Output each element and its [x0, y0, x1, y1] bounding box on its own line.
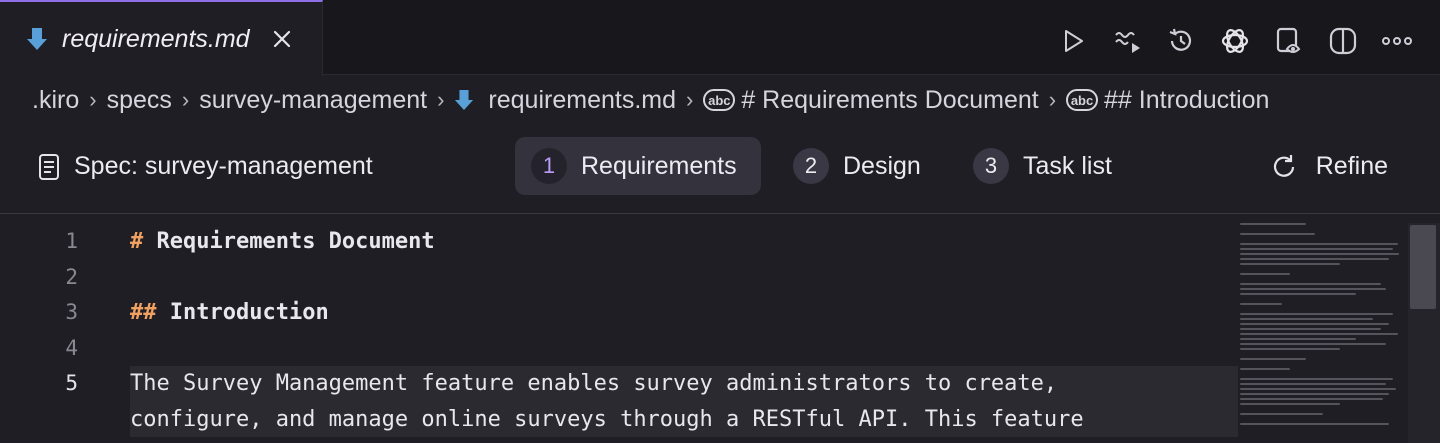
breadcrumb-item-file[interactable]: requirements.md	[488, 86, 676, 115]
code-editor[interactable]: 1 2 3 4 5 # Requirements Document ## Int…	[0, 215, 1440, 443]
chevron-right-icon: ›	[89, 87, 97, 112]
refresh-icon	[1273, 154, 1294, 177]
minimap-line	[1240, 403, 1340, 405]
code-line[interactable]	[130, 260, 1238, 296]
minimap-line	[1240, 398, 1383, 400]
minimap-line	[1240, 253, 1400, 255]
minimap-line	[1240, 338, 1357, 340]
minimap-line	[1240, 273, 1290, 275]
tab-task-list[interactable]: 3 Task list	[957, 137, 1128, 195]
chevron-right-icon: ›	[437, 87, 445, 112]
breadcrumb: .kiro › specs › survey-management › requ…	[32, 78, 1269, 122]
editor-actions	[1056, 24, 1414, 58]
minimap-line	[1240, 383, 1387, 385]
history-icon[interactable]	[1164, 24, 1198, 58]
heading-marker: #	[130, 229, 144, 254]
chevron-right-icon: ›	[181, 87, 190, 112]
breadcrumb-item-specs[interactable]: specs	[107, 86, 172, 115]
breadcrumb-item-survey-management[interactable]: survey-management	[199, 86, 427, 115]
minimap-line	[1240, 388, 1397, 390]
step-label: Requirements	[581, 151, 737, 180]
breadcrumb-item-kiro[interactable]: .kiro	[32, 86, 79, 115]
editor-tab[interactable]: requirements.md	[0, 0, 323, 76]
heading-marker: ##	[130, 300, 157, 325]
more-icon[interactable]	[1380, 24, 1414, 58]
code-line-current[interactable]: The Survey Management feature enables su…	[130, 366, 1238, 402]
spec-title: Spec: survey-management	[38, 152, 373, 181]
preview-icon[interactable]	[1272, 24, 1306, 58]
minimap-line	[1240, 313, 1393, 315]
minimap-line	[1240, 318, 1373, 320]
close-icon[interactable]	[272, 29, 292, 49]
code-line[interactable]: # Requirements Document	[130, 224, 1238, 260]
minimap-line	[1240, 323, 1390, 325]
minimap-line	[1240, 368, 1290, 370]
line-numbers: 1 2 3 4 5	[0, 224, 130, 437]
line-number: 3	[65, 300, 78, 324]
line-number: 2	[65, 264, 78, 289]
code-line[interactable]	[130, 331, 1238, 367]
line-number: 4	[65, 335, 78, 360]
document-icon	[39, 153, 59, 180]
minimap-line	[1240, 378, 1393, 380]
minimap-line	[1240, 413, 1323, 415]
minimap-line	[1240, 393, 1390, 395]
voice-icon[interactable]	[1110, 24, 1144, 58]
heading-text: Introduction	[156, 300, 329, 325]
minimap-line	[1240, 263, 1340, 265]
line-number	[0, 402, 130, 438]
scrollbar-thumb[interactable]	[1410, 225, 1436, 309]
tab-design[interactable]: 2 Design	[777, 137, 937, 195]
markdown-file-icon	[27, 28, 47, 50]
breadcrumb-item-heading2[interactable]: ## Introduction	[1104, 86, 1269, 115]
line-number: 5	[65, 371, 78, 395]
minimap-line	[1240, 258, 1390, 260]
minimap-line	[1240, 358, 1307, 360]
minimap-line	[1240, 233, 1315, 235]
step-label: Design	[843, 151, 921, 180]
step-number: 1	[531, 148, 567, 184]
minimap-line	[1240, 348, 1340, 350]
spec-header: Spec: survey-management 1 Requirements 2…	[0, 130, 1440, 214]
minimap-line	[1240, 293, 1357, 295]
line-number: 1	[65, 229, 78, 253]
minimap-line	[1240, 303, 1282, 305]
play-icon[interactable]	[1056, 24, 1090, 58]
minimap[interactable]	[1240, 223, 1406, 443]
markdown-file-icon	[455, 90, 474, 110]
minimap-line	[1240, 328, 1382, 330]
breadcrumb-item-heading1[interactable]: # Requirements Document	[741, 86, 1038, 115]
minimap-line	[1240, 343, 1387, 345]
minimap-line	[1240, 423, 1390, 425]
split-editor-icon[interactable]	[1326, 24, 1360, 58]
code-line[interactable]: ## Introduction	[130, 295, 1238, 331]
step-label: Task list	[1023, 151, 1112, 180]
chevron-right-icon: ›	[686, 87, 694, 112]
tab-bar: requirements.md	[0, 0, 1440, 76]
openai-icon[interactable]	[1218, 24, 1252, 58]
spec-title-label: Spec: survey-management	[74, 152, 373, 180]
refine-label: Refine	[1315, 152, 1388, 180]
tab-requirements[interactable]: 1 Requirements	[515, 137, 761, 195]
minimap-line	[1240, 248, 1393, 250]
minimap-line	[1240, 283, 1382, 285]
heading-text: Requirements Document	[143, 229, 435, 254]
symbol-string-icon: abc	[1066, 89, 1099, 111]
minimap-line	[1240, 223, 1307, 225]
minimap-line	[1240, 333, 1398, 335]
refine-button[interactable]: Refine	[1270, 152, 1388, 181]
minimap-line	[1240, 288, 1387, 290]
code-lines[interactable]: # Requirements Document ## Introduction …	[130, 224, 1238, 437]
step-number: 3	[973, 148, 1009, 184]
code-line[interactable]: configure, and manage online surveys thr…	[130, 401, 1238, 437]
chevron-right-icon: ›	[1048, 87, 1057, 112]
tab-title: requirements.md	[62, 24, 250, 53]
symbol-string-icon: abc	[703, 89, 736, 111]
step-number: 2	[793, 148, 829, 184]
minimap-line	[1240, 243, 1398, 245]
